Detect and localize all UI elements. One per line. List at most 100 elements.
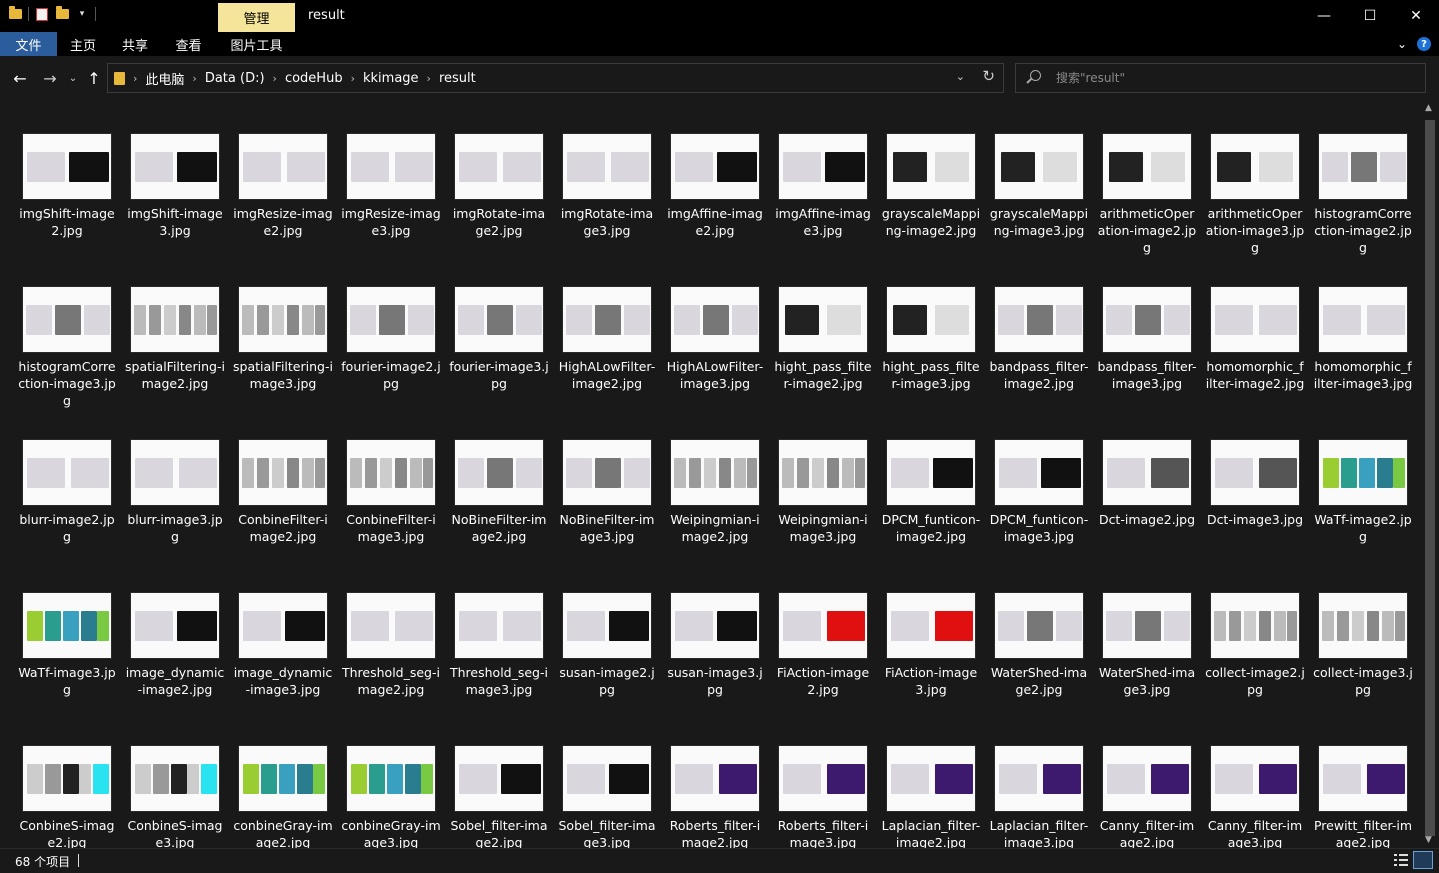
file-item[interactable]: DPCM_funticon-image3.jpg [985, 439, 1093, 592]
file-thumbnail[interactable] [454, 592, 544, 659]
file-item[interactable]: ConbineS-image2.jpg [13, 745, 121, 848]
file-item[interactable]: Weipingmian-image3.jpg [769, 439, 877, 592]
file-thumbnail[interactable] [454, 745, 544, 812]
chevron-down-icon[interactable]: ⌄ [956, 70, 965, 83]
file-thumbnail[interactable] [1102, 286, 1192, 353]
file-item[interactable]: arithmeticOperation-image3.jpg [1201, 133, 1309, 286]
file-thumbnail[interactable] [238, 745, 328, 812]
file-thumbnail[interactable] [562, 133, 652, 200]
file-item[interactable]: Laplacian_filter-image3.jpg [985, 745, 1093, 848]
file-item[interactable]: imgRotate-image3.jpg [553, 133, 661, 286]
file-item[interactable]: Laplacian_filter-image2.jpg [877, 745, 985, 848]
file-item[interactable]: susan-image3.jpg [661, 592, 769, 745]
file-thumbnail[interactable] [1318, 745, 1408, 812]
file-item[interactable]: imgAffine-image2.jpg [661, 133, 769, 286]
file-thumbnail[interactable] [562, 439, 652, 506]
file-thumbnail[interactable] [238, 286, 328, 353]
file-thumbnail[interactable] [238, 133, 328, 200]
file-item[interactable]: ConbineS-image3.jpg [121, 745, 229, 848]
file-item[interactable]: ConbineFilter-image3.jpg [337, 439, 445, 592]
file-thumbnail[interactable] [130, 439, 220, 506]
file-thumbnail[interactable] [1102, 133, 1192, 200]
file-item[interactable]: Sobel_filter-image2.jpg [445, 745, 553, 848]
file-item[interactable]: hight_pass_filter-image2.jpg [769, 286, 877, 439]
file-thumbnail[interactable] [130, 592, 220, 659]
file-item[interactable]: FiAction-image2.jpg [769, 592, 877, 745]
minimize-button[interactable]: — [1301, 0, 1347, 32]
file-thumbnail[interactable] [130, 133, 220, 200]
file-item[interactable]: imgRotate-image2.jpg [445, 133, 553, 286]
file-item[interactable]: imgResize-image2.jpg [229, 133, 337, 286]
file-item[interactable]: NoBineFilter-image3.jpg [553, 439, 661, 592]
file-thumbnail[interactable] [22, 592, 112, 659]
file-thumbnail[interactable] [346, 286, 436, 353]
maximize-button[interactable]: ☐ [1347, 0, 1393, 32]
file-item[interactable]: WaterShed-image3.jpg [1093, 592, 1201, 745]
file-item[interactable]: blurr-image3.jpg [121, 439, 229, 592]
file-item[interactable]: Threshold_seg-image3.jpg [445, 592, 553, 745]
file-thumbnail[interactable] [1318, 286, 1408, 353]
file-thumbnail[interactable] [22, 133, 112, 200]
breadcrumb-drive[interactable]: Data (D:) [205, 71, 265, 86]
file-thumbnail[interactable] [886, 286, 976, 353]
forward-button[interactable]: → [40, 68, 60, 88]
file-item[interactable]: Threshold_seg-image2.jpg [337, 592, 445, 745]
file-thumbnail[interactable] [1210, 133, 1300, 200]
file-thumbnail[interactable] [670, 286, 760, 353]
customize-toolbar-icon[interactable]: ▾ [75, 7, 89, 21]
file-thumbnail[interactable] [886, 745, 976, 812]
tab-picture-tools[interactable]: 图片工具 [218, 32, 295, 56]
file-item[interactable]: bandpass_filter-image3.jpg [1093, 286, 1201, 439]
file-item[interactable]: Dct-image2.jpg [1093, 439, 1201, 592]
file-item[interactable]: blurr-image2.jpg [13, 439, 121, 592]
file-thumbnail[interactable] [886, 133, 976, 200]
file-item[interactable]: fourier-image2.jpg [337, 286, 445, 439]
file-thumbnail[interactable] [994, 745, 1084, 812]
file-item[interactable]: imgShift-image3.jpg [121, 133, 229, 286]
file-item[interactable]: Sobel_filter-image3.jpg [553, 745, 661, 848]
scroll-up-icon[interactable]: ▲ [1425, 103, 1432, 113]
file-thumbnail[interactable] [454, 439, 544, 506]
file-item[interactable]: collect-image3.jpg [1309, 592, 1417, 745]
file-thumbnail[interactable] [670, 133, 760, 200]
file-thumbnail[interactable] [22, 745, 112, 812]
file-thumbnail[interactable] [994, 439, 1084, 506]
expand-ribbon-icon[interactable]: ⌄ [1397, 37, 1407, 51]
scroll-down-icon[interactable]: ▼ [1425, 835, 1432, 845]
breadcrumb-this-pc[interactable]: 此电脑 [145, 69, 184, 88]
file-thumbnail[interactable] [886, 592, 976, 659]
file-item[interactable]: spatialFiltering-image2.jpg [121, 286, 229, 439]
file-item[interactable]: histogramCorrection-image2.jpg [1309, 133, 1417, 286]
file-thumbnail[interactable] [238, 592, 328, 659]
file-thumbnail[interactable] [238, 439, 328, 506]
file-thumbnail[interactable] [1318, 592, 1408, 659]
file-item[interactable]: DPCM_funticon-image2.jpg [877, 439, 985, 592]
file-item[interactable]: histogramCorrection-image3.jpg [13, 286, 121, 439]
back-button[interactable]: ← [10, 68, 30, 88]
file-thumbnail[interactable] [562, 286, 652, 353]
file-thumbnail[interactable] [994, 286, 1084, 353]
new-folder-icon[interactable] [55, 6, 69, 21]
file-item[interactable]: WaTf-image2.jpg [1309, 439, 1417, 592]
file-item[interactable]: Canny_filter-image3.jpg [1201, 745, 1309, 848]
folder-icon[interactable] [8, 6, 22, 21]
file-thumbnail[interactable] [454, 286, 544, 353]
file-item[interactable]: conbineGray-image3.jpg [337, 745, 445, 848]
file-item[interactable]: Roberts_filter-image2.jpg [661, 745, 769, 848]
file-item[interactable]: homomorphic_filter-image2.jpg [1201, 286, 1309, 439]
file-thumbnail[interactable] [1210, 592, 1300, 659]
file-thumbnail[interactable] [1318, 133, 1408, 200]
file-thumbnail[interactable] [454, 133, 544, 200]
file-thumbnail[interactable] [1102, 592, 1192, 659]
file-item[interactable]: spatialFiltering-image3.jpg [229, 286, 337, 439]
file-item[interactable]: susan-image2.jpg [553, 592, 661, 745]
manage-context-tab[interactable]: 管理 [218, 3, 295, 32]
file-item[interactable]: Roberts_filter-image3.jpg [769, 745, 877, 848]
file-thumbnail[interactable] [778, 592, 868, 659]
file-thumbnail[interactable] [1210, 286, 1300, 353]
file-thumbnail[interactable] [130, 286, 220, 353]
search-input[interactable] [1056, 68, 1416, 88]
close-button[interactable]: ✕ [1393, 0, 1439, 32]
file-item[interactable]: conbineGray-image2.jpg [229, 745, 337, 848]
file-item[interactable]: imgAffine-image3.jpg [769, 133, 877, 286]
